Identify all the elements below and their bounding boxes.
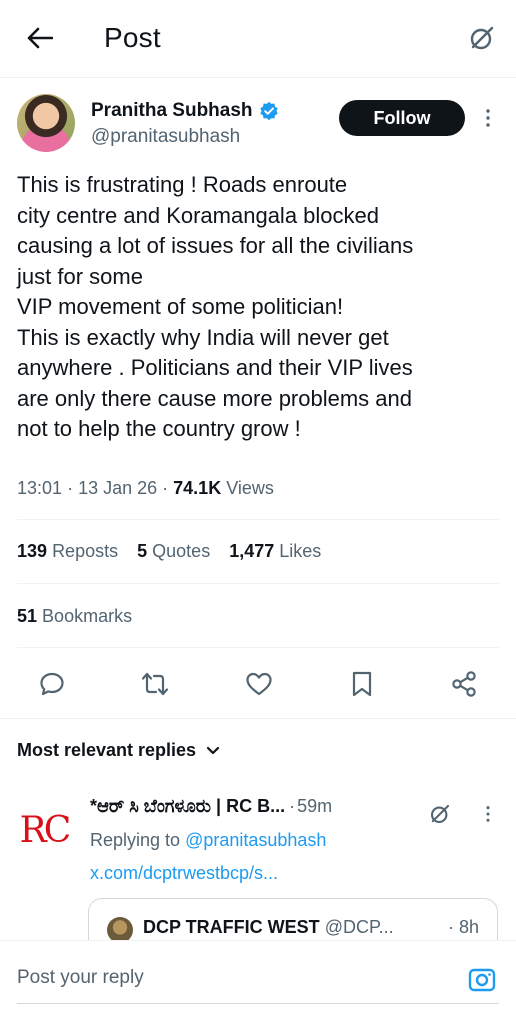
divider [17, 647, 499, 648]
author-handle[interactable]: @pranitasubhash [91, 126, 240, 148]
reply-composer: Post your reply [0, 940, 516, 1024]
verified-badge-icon [259, 101, 278, 121]
grok-icon[interactable] [428, 802, 452, 826]
replies-sort-dropdown[interactable]: Most relevant replies [17, 740, 220, 761]
meta-separator: · [67, 478, 79, 498]
reposts-label: Reposts [52, 541, 119, 561]
quoted-author-name: DCP TRAFFIC WEST [143, 917, 320, 937]
reply-link[interactable]: x.com/dcptrwestbcp/s... [90, 863, 278, 884]
bookmark-icon[interactable] [347, 669, 377, 699]
like-icon[interactable] [244, 669, 274, 699]
page-title: Post [104, 22, 161, 53]
post-text: This is frustrating ! Roads enroute city… [17, 170, 507, 445]
post-text-line: VIP movement of some politician! [17, 294, 344, 319]
more-options-icon[interactable] [480, 802, 496, 826]
action-bar [0, 663, 516, 707]
quoted-post-header: DCP TRAFFIC WEST @DCP... [143, 917, 394, 938]
quoted-author-handle: @DCP... [324, 917, 394, 937]
divider [17, 583, 499, 584]
post-time[interactable]: 13:01 [17, 478, 62, 498]
more-options-icon[interactable] [478, 106, 498, 130]
follow-button[interactable]: Follow [339, 100, 465, 136]
bookmarks-label: Bookmarks [42, 606, 133, 626]
post-text-line: causing a lot of issues for all the civi… [17, 233, 414, 258]
reply-author-name[interactable]: *ಆರ್ ಸಿ ಬೆಂಗಳೂರು | RC B... [90, 796, 285, 817]
back-arrow-icon[interactable] [22, 20, 58, 56]
reposts-stat[interactable]: 139 Reposts [17, 541, 118, 561]
grok-icon[interactable] [464, 20, 500, 56]
post-text-line: city centre and Koramangala blocked [17, 202, 379, 228]
replying-to: Replying to @pranitasubhash [90, 830, 326, 851]
reply-icon[interactable] [37, 669, 67, 699]
author-name-row: Pranitha Subhash [91, 100, 279, 122]
likes-label: Likes [279, 541, 322, 561]
author-avatar[interactable] [17, 94, 75, 152]
quoted-post-time-value: 8h [458, 917, 479, 937]
post-text-line: just for some [17, 263, 143, 289]
bookmarks-count: 51 [17, 606, 38, 626]
post-metadata: 13:01 · 13 Jan 26 · 74.1K Views [17, 478, 274, 499]
chevron-down-icon [206, 746, 220, 754]
divider [17, 519, 499, 520]
quotes-stat[interactable]: 5 Quotes [137, 541, 210, 561]
composer-underline [17, 1003, 499, 1004]
share-icon[interactable] [449, 669, 479, 699]
reply-header: *ಆರ್ ಸಿ ಬೆಂಗಳೂರು | RC B... · 59m [90, 796, 332, 817]
reply-time-separator: · [289, 796, 296, 816]
quoted-post-time: · 8h [447, 917, 479, 937]
replying-to-label: Replying to [90, 830, 181, 850]
engagement-stats: 139 Reposts 5 Quotes 1,477 Likes [17, 541, 321, 562]
repost-icon[interactable] [140, 669, 170, 699]
author-name[interactable]: Pranitha Subhash [91, 100, 253, 122]
replying-to-mention[interactable]: @pranitasubhash [185, 830, 326, 850]
bookmarks-stat[interactable]: 51 Bookmarks [17, 606, 132, 627]
camera-icon[interactable] [466, 963, 498, 995]
views-label: Views [226, 478, 274, 498]
post-text-line: anywhere . Politicians and their VIP liv… [17, 355, 413, 380]
post-date[interactable]: 13 Jan 26 [78, 478, 157, 498]
likes-count: 1,477 [229, 541, 275, 561]
post-text-line: are only there cause more problems and [17, 385, 412, 411]
replies-sort-label: Most relevant replies [17, 740, 197, 760]
post-text-line: This is frustrating ! Roads enroute [17, 172, 348, 197]
views-count: 74.1K [173, 478, 222, 498]
post-text-line: This is exactly why India will never get [17, 324, 389, 350]
reposts-count: 139 [17, 541, 48, 561]
quotes-label: Quotes [152, 541, 211, 561]
section-divider [0, 718, 516, 719]
likes-stat[interactable]: 1,477 Likes [229, 541, 321, 561]
reply-input[interactable]: Post your reply [17, 967, 144, 989]
reply-time[interactable]: 59m [297, 796, 332, 817]
meta-separator: · [162, 478, 174, 498]
top-bar: Post [0, 0, 516, 78]
post-text-line: not to help the country grow ! [17, 416, 301, 441]
reply-avatar[interactable]: RC [16, 802, 72, 858]
quotes-count: 5 [137, 541, 148, 561]
